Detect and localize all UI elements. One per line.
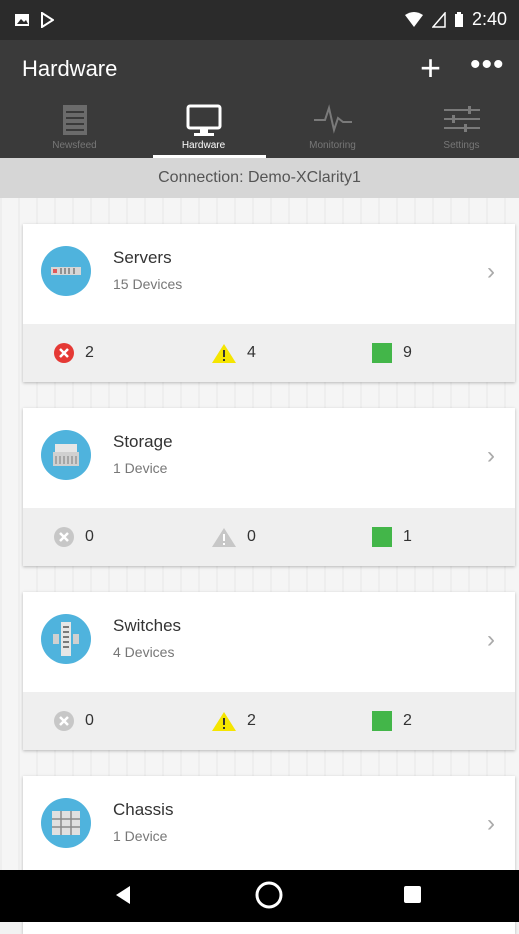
connection-bar: Connection: Demo-XClarity1 [0, 158, 519, 198]
battery-icon [454, 11, 463, 27]
status-bar-right: 2:40 [404, 9, 507, 30]
warning-status[interactable]: 2 [211, 710, 256, 732]
storage-card: Storage 1 Device › 0 0 1 [23, 408, 515, 566]
clock: 2:40 [471, 9, 507, 29]
critical-status[interactable]: 0 [53, 526, 94, 548]
card-title: Servers [113, 248, 172, 267]
normal-status[interactable]: 9 [371, 342, 412, 364]
monitor-icon [186, 104, 221, 136]
warning-status[interactable]: 0 [211, 526, 256, 548]
chevron-right-icon: › [487, 626, 495, 653]
card-title: Switches [113, 616, 182, 635]
warning-count: 2 [247, 712, 256, 729]
chevron-right-icon: › [487, 258, 495, 285]
status-bar-left [14, 12, 54, 28]
add-button[interactable]: + [420, 50, 441, 86]
home-icon[interactable] [252, 878, 286, 912]
play-store-icon [41, 12, 54, 28]
normal-count: 2 [403, 712, 412, 729]
warning-icon [212, 344, 236, 363]
critical-icon [54, 527, 74, 547]
tab-label: Monitoring [309, 140, 356, 151]
normal-status[interactable]: 2 [371, 710, 412, 732]
tab-label: Newsfeed [52, 140, 97, 151]
normal-icon [372, 343, 392, 363]
tab-hardware[interactable]: Hardware [139, 100, 268, 158]
warning-count: 0 [247, 528, 256, 545]
page-title: Hardware [22, 56, 118, 81]
normal-count: 1 [403, 528, 412, 545]
normal-count: 9 [403, 344, 412, 361]
switches-card-header[interactable]: Switches 4 Devices › [23, 592, 515, 692]
pulse-icon [313, 104, 352, 134]
chevron-right-icon: › [487, 810, 495, 837]
switch-icon [41, 614, 91, 664]
tab-label: Settings [443, 140, 480, 151]
tab-settings[interactable]: Settings [397, 100, 519, 158]
wifi-icon [404, 11, 423, 27]
card-title: Storage [113, 432, 173, 451]
tab-newsfeed[interactable]: Newsfeed [10, 100, 139, 158]
critical-icon [54, 343, 74, 363]
signal-icon [431, 11, 446, 28]
normal-icon [372, 711, 392, 731]
warning-count: 4 [247, 344, 256, 361]
status-bar: 2:40 [0, 0, 519, 40]
app-bar: Hardware + ••• [0, 40, 519, 100]
server-icon [41, 246, 91, 296]
critical-status[interactable]: 0 [53, 710, 94, 732]
servers-card-header[interactable]: Servers 15 Devices › [23, 224, 515, 324]
storage-card-header[interactable]: Storage 1 Device › [23, 408, 515, 508]
switches-card: Switches 4 Devices › 0 2 2 [23, 592, 515, 750]
critical-count: 0 [85, 528, 94, 545]
warning-status[interactable]: 4 [211, 342, 256, 364]
tab-monitoring[interactable]: Monitoring [268, 100, 397, 158]
storage-icon [41, 430, 91, 480]
back-icon[interactable] [112, 880, 134, 910]
tab-bar: Newsfeed Hardware Monitoring Settings [0, 100, 519, 158]
critical-count: 2 [85, 344, 94, 361]
sliders-icon [443, 106, 480, 132]
storage-status-row: 0 0 1 [23, 508, 515, 566]
chevron-right-icon: › [487, 442, 495, 469]
device-count: 1 Device [113, 828, 168, 844]
critical-icon [54, 711, 74, 731]
normal-status[interactable]: 1 [371, 526, 412, 548]
device-count: 15 Devices [113, 276, 183, 292]
device-count: 4 Devices [113, 644, 175, 660]
recents-icon[interactable] [402, 884, 424, 906]
device-count: 1 Device [113, 460, 168, 476]
chassis-icon [41, 798, 91, 848]
servers-status-row: 2 4 9 [23, 324, 515, 382]
tab-label: Hardware [181, 140, 226, 151]
newsfeed-icon [62, 105, 87, 135]
critical-count: 0 [85, 712, 94, 729]
warning-icon [212, 528, 236, 547]
card-title: Chassis [113, 800, 174, 819]
chassis-card-header[interactable]: Chassis 1 Device › [23, 776, 515, 876]
more-options-button[interactable]: ••• [470, 50, 505, 80]
warning-icon [212, 712, 236, 731]
image-notification-icon [15, 14, 29, 26]
normal-icon [372, 527, 392, 547]
system-nav-bar [0, 870, 519, 922]
switches-status-row: 0 2 2 [23, 692, 515, 750]
critical-status[interactable]: 2 [53, 342, 94, 364]
servers-card: Servers 15 Devices › 2 4 9 [23, 224, 515, 382]
